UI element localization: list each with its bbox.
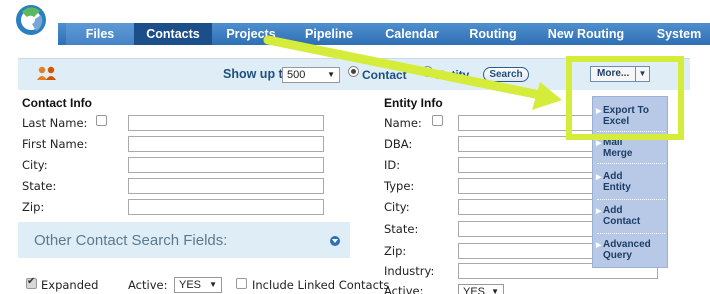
entity-info-heading: Entity Info: [384, 96, 443, 110]
entity-mode-radio[interactable]: [422, 66, 433, 77]
top-navigation: Files Contacts Projects Pipeline Calenda…: [0, 0, 710, 46]
active-label: Active:: [128, 278, 168, 292]
dba-label: DBA:: [384, 137, 413, 151]
nav-tab-strip: Files Contacts Projects Pipeline Calenda…: [58, 23, 710, 45]
contact-info-heading: Contact Info: [22, 96, 92, 110]
expanded-label: Expanded: [41, 278, 99, 292]
active-value: YES: [179, 279, 202, 291]
tab-routing[interactable]: Routing: [458, 23, 528, 45]
expanded-checkbox[interactable]: [26, 276, 37, 289]
contact-mode-radio[interactable]: [348, 66, 359, 77]
tab-pipeline[interactable]: Pipeline: [294, 23, 364, 45]
entity-active-value: YES: [463, 286, 486, 294]
caret-right-icon: ▶: [596, 174, 602, 181]
show-up-to-select[interactable]: 500 ▼: [282, 67, 340, 83]
caret-right-icon: ▶: [596, 208, 602, 215]
other-contact-search-fields[interactable]: Other Contact Search Fields:: [18, 222, 350, 258]
zip-label: Zip:: [22, 200, 45, 214]
menu-item-mail-merge[interactable]: ▶ Mail Merge: [593, 137, 669, 159]
entity-state-label: State:: [384, 222, 419, 236]
entity-active-select[interactable]: YES ▼: [458, 284, 504, 294]
id-label: ID:: [384, 158, 401, 172]
industry-label: Industry:: [384, 264, 435, 278]
tab-files[interactable]: Files: [66, 23, 134, 45]
menu-item-add-contact[interactable]: ▶ Add Contact: [593, 205, 669, 227]
entity-mode-label: Entity: [436, 68, 470, 82]
first-name-label: First Name:: [22, 137, 88, 151]
active-select[interactable]: YES ▼: [174, 277, 222, 293]
last-name-label: Last Name:: [22, 116, 88, 130]
other-fields-label: Other Contact Search Fields:: [34, 232, 228, 249]
menu-divider: [597, 163, 665, 164]
menu-item-add-entity[interactable]: ▶ Add Entity: [593, 171, 669, 193]
menu-item-advanced-query[interactable]: ▶ Advanced Query: [593, 239, 669, 261]
zip-input[interactable]: [128, 199, 324, 215]
include-linked-label: Include Linked Contacts: [252, 278, 390, 292]
search-button[interactable]: Search: [483, 67, 529, 82]
entity-zip-label: Zip:: [384, 244, 407, 258]
tab-contacts[interactable]: Contacts: [134, 23, 212, 45]
caret-right-icon: ▶: [596, 242, 602, 249]
last-name-input[interactable]: [128, 115, 324, 131]
menu-divider: [597, 199, 665, 200]
chevron-down-icon: ▼: [491, 287, 499, 294]
app-logo-icon[interactable]: [14, 3, 48, 37]
last-name-checkbox[interactable]: [96, 115, 107, 126]
entity-active-label: Active:: [384, 284, 424, 294]
menu-divider: [597, 233, 665, 234]
city-label: City:: [22, 158, 48, 172]
chevron-down-icon: ▼: [209, 280, 217, 289]
expand-icon[interactable]: [330, 236, 340, 246]
first-name-input[interactable]: [128, 136, 324, 152]
show-up-to-value: 500: [287, 69, 306, 81]
tab-projects[interactable]: Projects: [216, 23, 286, 45]
include-linked-checkbox[interactable]: [236, 278, 247, 289]
tab-system[interactable]: System: [644, 23, 710, 45]
entity-name-label: Name:: [384, 116, 422, 130]
highlight-box: [566, 56, 684, 140]
contact-mode-label: Contact: [362, 68, 407, 82]
city-input[interactable]: [128, 157, 324, 173]
chevron-down-icon: ▼: [327, 70, 335, 79]
tab-new-routing[interactable]: New Routing: [538, 23, 634, 45]
state-label: State:: [22, 179, 57, 193]
people-icon: [37, 66, 56, 80]
state-input[interactable]: [128, 178, 324, 194]
tab-calendar[interactable]: Calendar: [374, 23, 450, 45]
entity-city-label: City:: [384, 200, 410, 214]
type-label: Type:: [384, 179, 415, 193]
entity-name-checkbox[interactable]: [432, 115, 443, 126]
